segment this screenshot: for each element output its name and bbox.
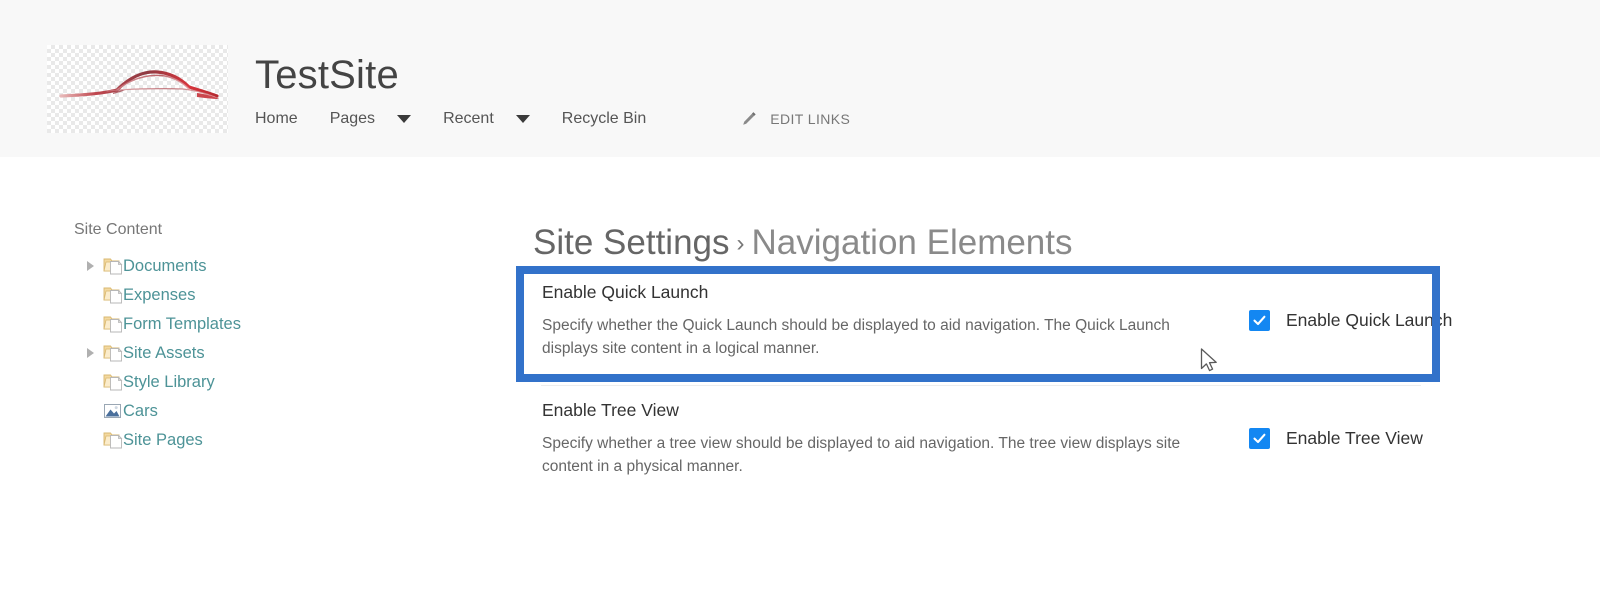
- site-content-tree: Site Content Documents Expenses Form Tem…: [74, 219, 474, 454]
- setting-title: Enable Tree View: [542, 400, 679, 420]
- site-header: [0, 0, 1600, 157]
- enable-tree-view-checkbox[interactable]: [1249, 427, 1270, 449]
- top-navigation: Home Pages Recent Recycle Bin EDIT LINKS: [255, 106, 882, 132]
- expand-arrow-icon[interactable]: [83, 260, 97, 271]
- edit-links-button[interactable]: EDIT LINKS: [740, 109, 850, 129]
- tree-item-label: Site Assets: [123, 343, 205, 362]
- nav-item-label: Pages: [329, 110, 376, 127]
- pencil-icon: [740, 110, 758, 128]
- page-title: Navigation Elements: [751, 223, 1073, 262]
- tree-item-site-assets[interactable]: Site Assets: [74, 338, 474, 367]
- nav-item-recent[interactable]: Recent: [443, 109, 530, 129]
- tree-item-cars[interactable]: Cars: [74, 396, 474, 425]
- site-title: TestSite: [255, 53, 399, 97]
- tree-item-documents[interactable]: Documents: [74, 251, 474, 280]
- site-logo: [47, 45, 228, 133]
- setting-control-block: Enable Tree View: [1182, 384, 1423, 450]
- tree-item-label: Expenses: [123, 285, 196, 304]
- tree-item-label: Documents: [123, 256, 207, 275]
- tree-item-form-templates[interactable]: Form Templates: [74, 309, 474, 338]
- setting-description-block: Enable Tree View Specify whether a tree …: [516, 384, 1182, 478]
- setting-row-tree-view: Enable Tree View Specify whether a tree …: [516, 384, 1586, 478]
- tree-item-label: Style Library: [123, 372, 215, 391]
- nav-item-label: Recycle Bin: [561, 110, 647, 127]
- nav-item-label: Home: [255, 110, 298, 127]
- setting-description: Specify whether the Quick Launch should …: [542, 317, 1170, 357]
- breadcrumb-parent[interactable]: Site Settings: [533, 223, 730, 262]
- tree-item-expenses[interactable]: Expenses: [74, 280, 474, 309]
- checkmark-icon: [1253, 433, 1266, 443]
- expand-arrow-icon[interactable]: [83, 347, 97, 358]
- breadcrumb: Site Settings › Navigation Elements: [533, 222, 1073, 268]
- nav-item-recycle-bin[interactable]: Recycle Bin: [562, 109, 646, 129]
- nav-item-home[interactable]: Home: [255, 109, 298, 129]
- enable-quick-launch-label[interactable]: Enable Quick Launch: [1286, 308, 1452, 332]
- folder-document-icon: [103, 285, 124, 304]
- tree-item-label: Cars: [123, 401, 158, 420]
- sidebar-title: Site Content: [74, 221, 163, 238]
- nav-item-label: Recent: [443, 110, 494, 127]
- setting-control-block: Enable Quick Launch: [1182, 266, 1452, 332]
- checkmark-icon: [1253, 315, 1266, 325]
- tree-item-site-pages[interactable]: Site Pages: [74, 425, 474, 454]
- picture-library-icon: [103, 401, 124, 420]
- nav-item-pages[interactable]: Pages: [329, 109, 412, 129]
- setting-description: Specify whether a tree view should be di…: [542, 435, 1181, 475]
- tree-item-label: Form Templates: [123, 314, 241, 333]
- folder-document-icon: [103, 314, 124, 333]
- enable-tree-view-label[interactable]: Enable Tree View: [1286, 426, 1423, 450]
- folder-document-icon: [103, 256, 124, 275]
- chevron-down-icon[interactable]: [515, 115, 530, 123]
- edit-links-label: EDIT LINKS: [770, 111, 851, 127]
- setting-row-quick-launch: Enable Quick Launch Specify whether the …: [516, 266, 1586, 360]
- folder-document-icon: [103, 343, 124, 362]
- tree-item-label: Site Pages: [123, 430, 203, 449]
- breadcrumb-separator-icon: ›: [736, 230, 745, 257]
- folder-document-icon: [103, 372, 124, 391]
- setting-description-block: Enable Quick Launch Specify whether the …: [516, 266, 1182, 360]
- car-logo-icon: [59, 70, 219, 99]
- chevron-down-icon[interactable]: [397, 115, 412, 123]
- enable-quick-launch-checkbox[interactable]: [1249, 309, 1270, 331]
- setting-title: Enable Quick Launch: [542, 282, 709, 302]
- folder-document-icon: [103, 430, 124, 449]
- tree-item-style-library[interactable]: Style Library: [74, 367, 474, 396]
